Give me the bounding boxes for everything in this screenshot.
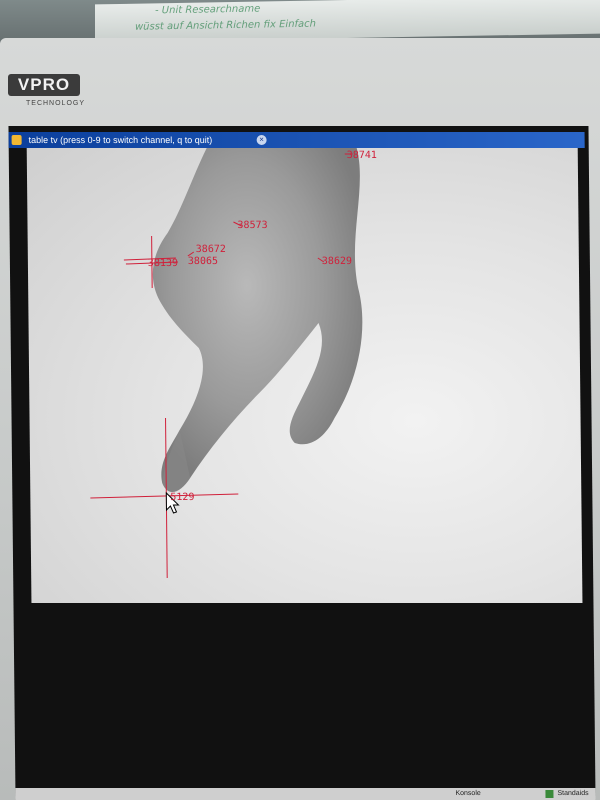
crosshair-main-h (90, 493, 239, 499)
hand-image (90, 148, 363, 578)
camera-view[interactable]: 38741 38573 38672 38139 38065 38629 5129 (26, 148, 583, 603)
whiteboard: - Unit Researchname wüsst auf Ansicht Ri… (95, 0, 600, 43)
app-icon (11, 135, 22, 145)
tracking-label: 38065 (187, 256, 219, 267)
tracking-label: 38573 (237, 220, 268, 231)
tracking-label: 38139 (147, 258, 179, 269)
monitor-logo: VPRO TECHNOLOGY (0, 68, 90, 116)
hand-shape (152, 148, 363, 492)
window-title: table tv (press 0-9 to switch channel, q… (28, 135, 213, 145)
taskbar-item-konsole[interactable]: Konsole (455, 788, 480, 800)
tracking-label: 38672 (195, 244, 226, 255)
tray-icon[interactable] (545, 790, 554, 798)
whiteboard-text-2: wüsst auf Ansicht Richen fix Einfach (135, 18, 317, 33)
whiteboard-text-1: - Unit Researchname (155, 3, 261, 17)
tracking-label: 38741 (346, 150, 377, 161)
brand-logo: VPRO (8, 74, 80, 96)
monitor-screen: table tv (press 0-9 to switch channel, q… (8, 126, 596, 800)
tracking-label: 5129 (170, 492, 195, 503)
window-titlebar[interactable]: table tv (press 0-9 to switch channel, q… (8, 132, 585, 148)
tracking-label: 38629 (321, 256, 353, 267)
close-icon[interactable]: × (256, 135, 267, 145)
brand-subtitle: TECHNOLOGY (26, 100, 86, 107)
taskbar: Konsole Standaids (15, 788, 596, 800)
taskbar-item-standaids[interactable]: Standaids (557, 788, 588, 800)
